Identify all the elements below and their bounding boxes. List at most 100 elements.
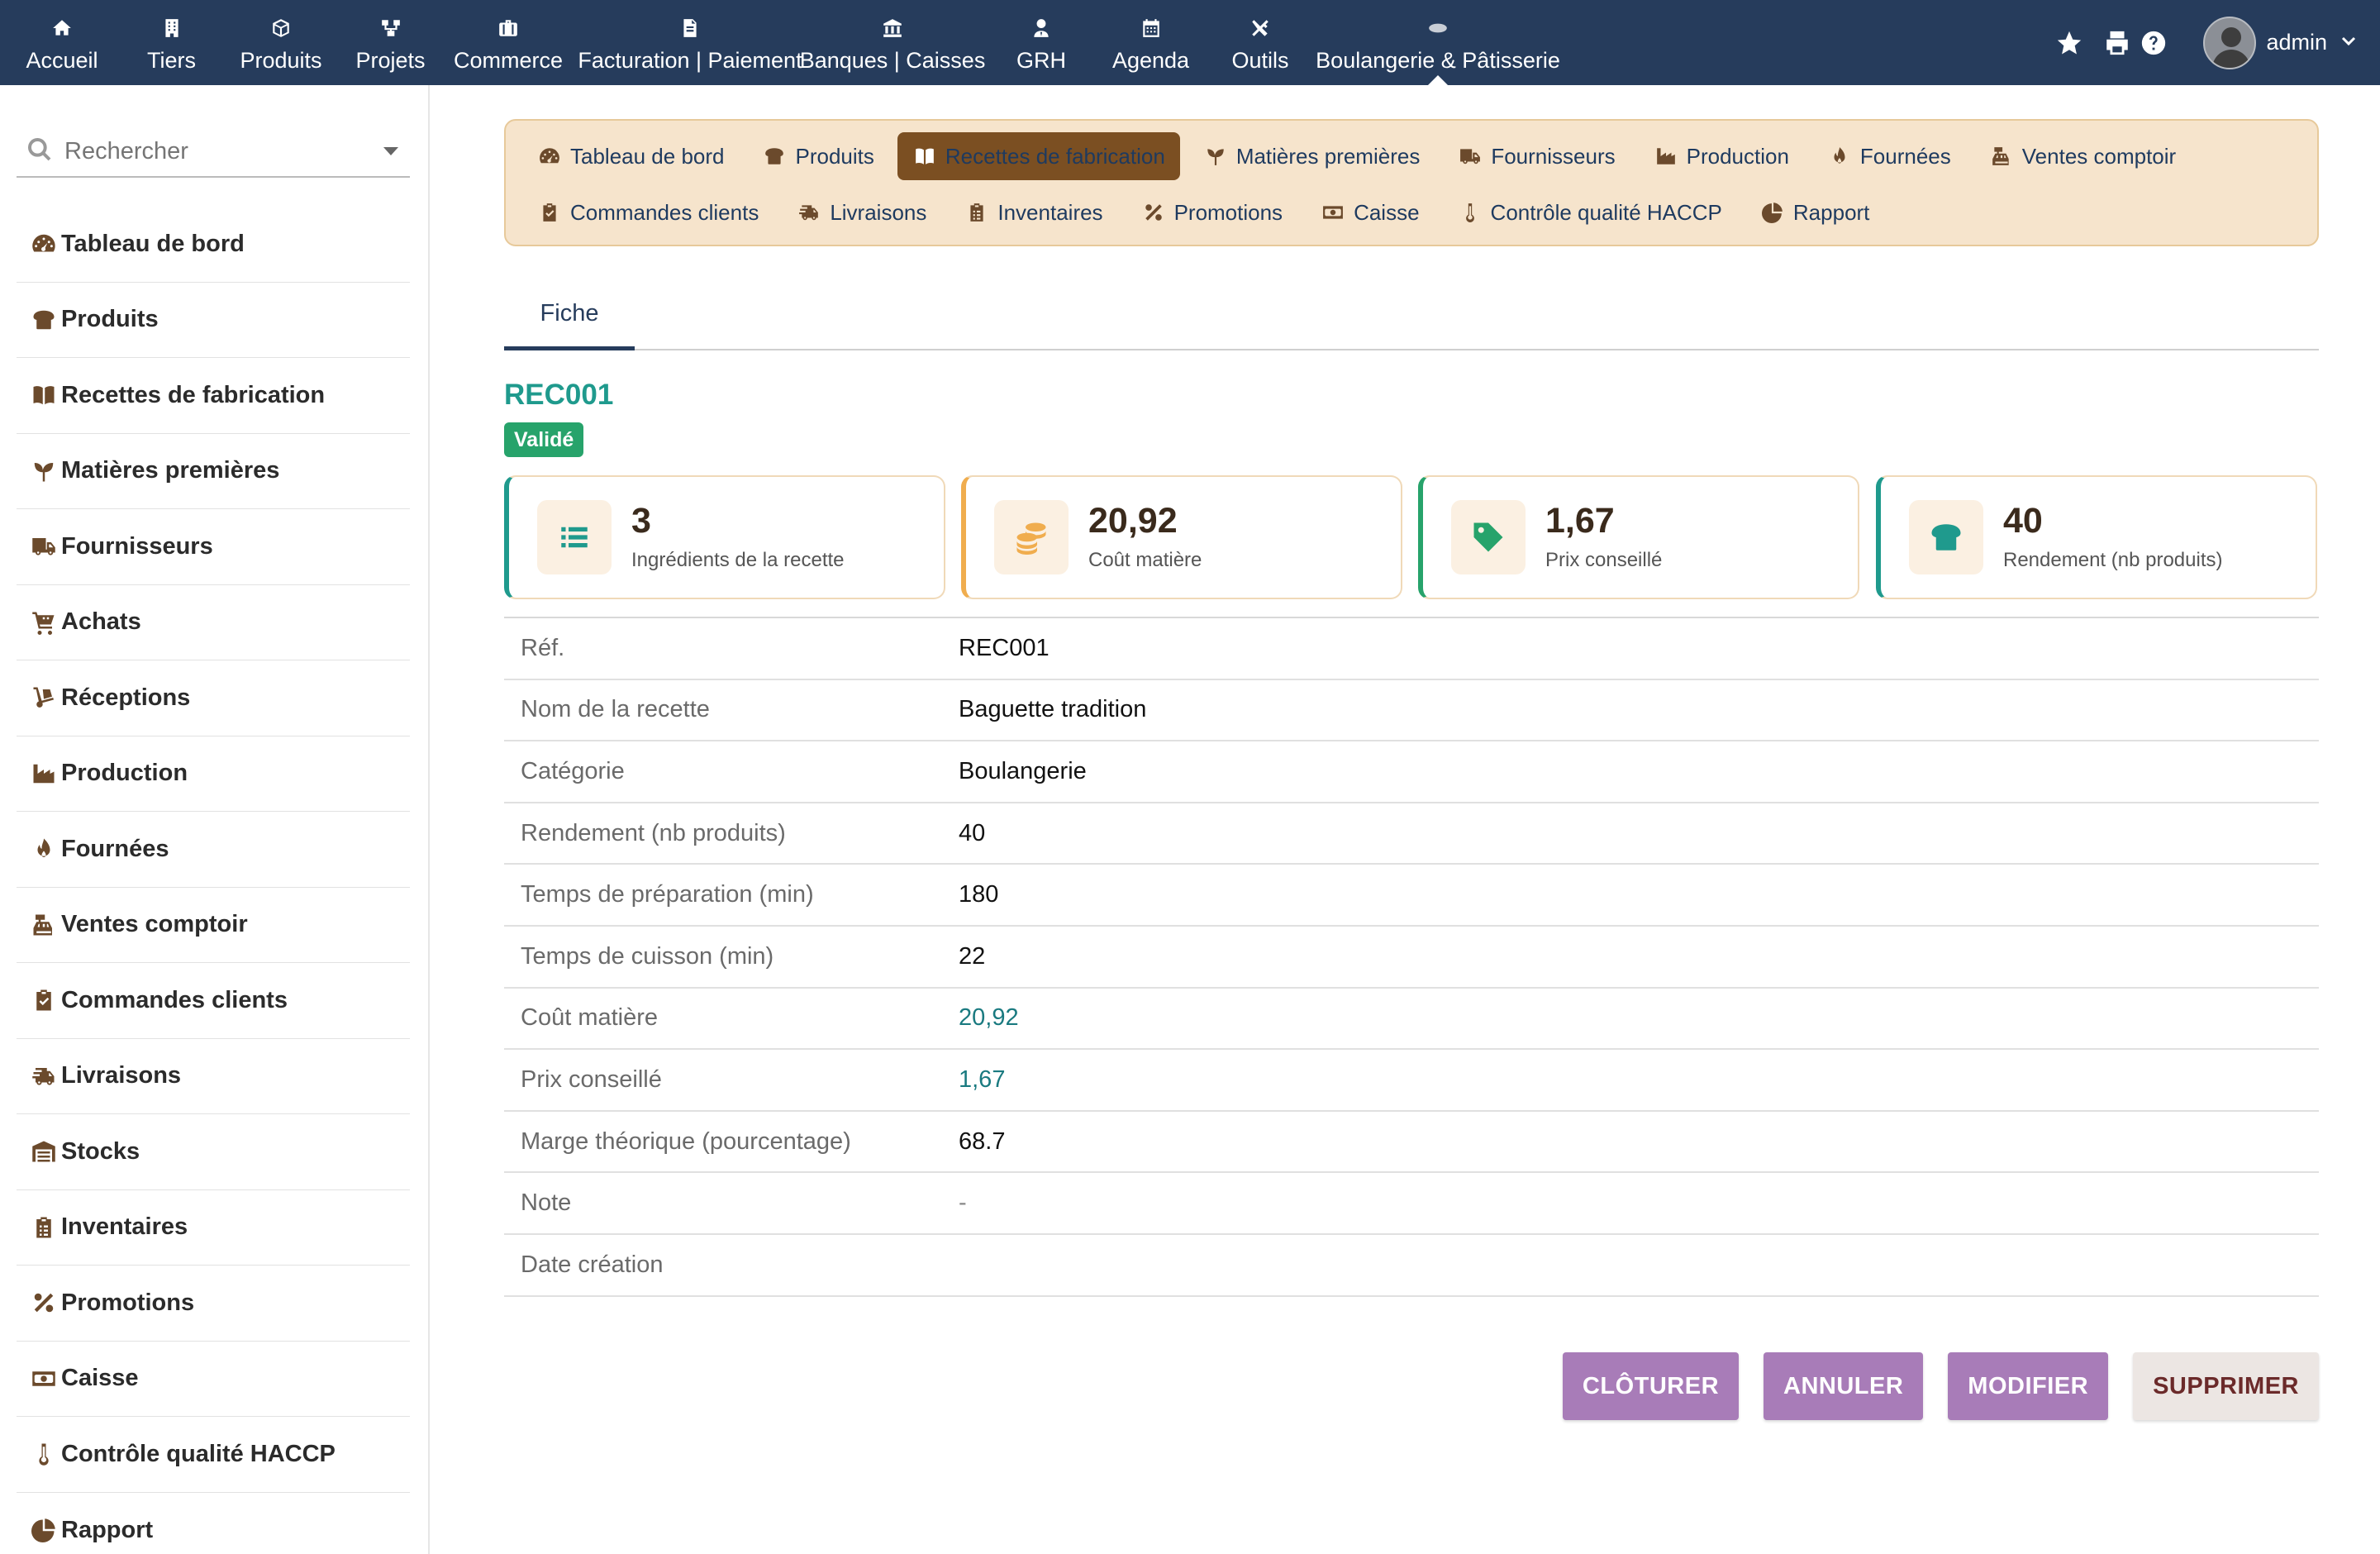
user-tie-icon	[1030, 17, 1053, 40]
modifier-button[interactable]: MODIFIER	[1948, 1352, 2109, 1420]
menu-label: Tiers	[147, 48, 196, 73]
annuler-button[interactable]: ANNULER	[1764, 1352, 1924, 1420]
detail-value: 1,67	[959, 1065, 1006, 1093]
stat-cards: 3 Ingrédients de la recette 20,92 Coût m…	[504, 475, 2319, 599]
stat-label: Prix conseillé	[1545, 548, 1663, 571]
menu-boulangerie[interactable]: Boulangerie & Pâtisserie	[1316, 0, 1560, 85]
warehouse-icon	[28, 1137, 60, 1166]
sidebar-item-haccp[interactable]: Contrôle qualité HACCP	[17, 1417, 410, 1493]
sidebar-item-stocks[interactable]: Stocks	[17, 1114, 410, 1190]
user-area: admin	[2053, 0, 2380, 85]
clipboard-check-icon	[28, 986, 60, 1014]
menu-tiers[interactable]: Tiers	[124, 0, 219, 85]
thermometer-icon	[1458, 200, 1483, 225]
cart-icon	[28, 608, 60, 636]
module-tableau-de-bord[interactable]: Tableau de bord	[522, 132, 739, 180]
menu-label: Agenda	[1111, 48, 1190, 73]
tab-fiche[interactable]: Fiche	[504, 281, 635, 350]
supprimer-button[interactable]: SUPPRIMER	[2133, 1352, 2319, 1420]
module-livraisons[interactable]: Livraisons	[782, 188, 941, 236]
module-navbar: Tableau de bord Produits Recettes de fab…	[504, 119, 2319, 246]
print-icon[interactable]	[2101, 26, 2134, 60]
industry-icon	[28, 760, 60, 788]
stat-card-body: 3 Ingrédients de la recette	[631, 503, 845, 572]
detail-label: Date création	[521, 1251, 664, 1278]
sidebar-menu: Tableau de bord Produits Recettes de fab…	[17, 207, 410, 1554]
sidebar-item-label: Produits	[61, 306, 159, 333]
sidebar-search[interactable]	[17, 126, 410, 178]
module-inventaires[interactable]: Inventaires	[950, 188, 1117, 236]
sidebar-item-rapport[interactable]: Rapport	[17, 1493, 410, 1554]
menu-accueil[interactable]: Accueil	[0, 0, 124, 85]
search-input[interactable]	[64, 137, 362, 165]
main-menu: Accueil Tiers Produits Projets Commerce …	[0, 0, 1560, 85]
module-caisse[interactable]: Caisse	[1306, 188, 1434, 236]
module-label: Matières premières	[1235, 143, 1421, 169]
module-label: Promotions	[1173, 199, 1283, 225]
sidebar-item-tableau-de-bord[interactable]: Tableau de bord	[17, 207, 410, 283]
module-haccp[interactable]: Contrôle qualité HACCP	[1443, 188, 1737, 236]
sidebar-item-commandes-clients[interactable]: Commandes clients	[17, 963, 410, 1039]
module-promotions[interactable]: Promotions	[1126, 188, 1298, 236]
module-recettes[interactable]: Recettes de fabrication	[897, 132, 1180, 180]
menu-agenda[interactable]: Agenda	[1099, 0, 1202, 85]
dashboard-icon	[537, 144, 562, 169]
avatar[interactable]	[2203, 16, 2257, 69]
tag-icon	[1451, 500, 1526, 574]
module-fournees[interactable]: Fournées	[1812, 132, 1966, 180]
module-label: Recettes de fabrication	[945, 143, 1165, 169]
caret-down-icon[interactable]	[383, 147, 398, 155]
sidebar-item-label: Production	[61, 760, 188, 787]
menu-outils[interactable]: Outils	[1202, 0, 1318, 85]
menu-label: Outils	[1231, 48, 1289, 73]
menu-projets[interactable]: Projets	[343, 0, 438, 85]
sidebar-item-inventaires[interactable]: Inventaires	[17, 1190, 410, 1266]
module-label: Ventes comptoir	[2021, 143, 2177, 169]
detail-row-date-creation: Date création	[504, 1235, 2319, 1297]
module-production[interactable]: Production	[1639, 132, 1804, 180]
book-icon	[28, 381, 60, 409]
module-fournisseurs[interactable]: Fournisseurs	[1443, 132, 1630, 180]
module-rapport[interactable]: Rapport	[1745, 188, 1885, 236]
money-bill-icon	[1321, 200, 1345, 225]
stat-value: 1,67	[1545, 500, 1615, 541]
menu-label: Commerce	[453, 48, 564, 73]
module-ventes-comptoir[interactable]: Ventes comptoir	[1974, 132, 2191, 180]
sidebar-item-promotions[interactable]: Promotions	[17, 1266, 410, 1342]
menu-facturation[interactable]: Facturation | Paiement	[578, 0, 802, 85]
module-matieres[interactable]: Matières premières	[1188, 132, 1435, 180]
menu-produits[interactable]: Produits	[219, 0, 343, 85]
chevron-down-icon[interactable]	[2339, 31, 2363, 55]
module-label: Commandes clients	[570, 199, 759, 225]
sidebar-item-receptions[interactable]: Réceptions	[17, 660, 410, 736]
bookmark-star-icon[interactable]	[2053, 26, 2086, 60]
cloturer-button[interactable]: CLÔTURER	[1562, 1352, 1740, 1420]
sidebar-item-fournees[interactable]: Fournées	[17, 812, 410, 888]
sidebar-item-label: Contrôle qualité HACCP	[61, 1440, 336, 1467]
sidebar-item-produits[interactable]: Produits	[17, 283, 410, 358]
sidebar-item-label: Caisse	[61, 1365, 139, 1392]
menu-grh[interactable]: GRH	[983, 0, 1099, 85]
module-commandes-clients[interactable]: Commandes clients	[522, 188, 774, 236]
clipboard-list-icon	[964, 200, 989, 225]
sidebar-item-caisse[interactable]: Caisse	[17, 1342, 410, 1417]
shipping-fast-icon	[797, 200, 821, 225]
stat-card-ingredients: 3 Ingrédients de la recette	[504, 475, 945, 599]
sidebar-item-livraisons[interactable]: Livraisons	[17, 1039, 410, 1114]
sidebar-item-ventes-comptoir[interactable]: Ventes comptoir	[17, 888, 410, 963]
sidebar-item-matieres[interactable]: Matières premières	[17, 434, 410, 509]
module-produits[interactable]: Produits	[747, 132, 888, 180]
sidebar-item-fournisseurs[interactable]: Fournisseurs	[17, 509, 410, 585]
sidebar-item-achats[interactable]: Achats	[17, 585, 410, 660]
username[interactable]: admin	[2266, 30, 2327, 55]
module-label: Produits	[795, 143, 874, 169]
detail-label: Temps de cuisson (min)	[521, 942, 774, 970]
help-icon[interactable]	[2137, 26, 2170, 60]
detail-label: Marge théorique (pourcentage)	[521, 1127, 851, 1155]
module-label: Fournées	[1859, 143, 1951, 169]
detail-value: Baguette tradition	[959, 696, 1147, 723]
menu-commerce[interactable]: Commerce	[438, 0, 578, 85]
menu-banques[interactable]: Banques | Caisses	[800, 0, 985, 85]
sidebar-item-production[interactable]: Production	[17, 736, 410, 812]
sidebar-item-recettes[interactable]: Recettes de fabrication	[17, 358, 410, 434]
